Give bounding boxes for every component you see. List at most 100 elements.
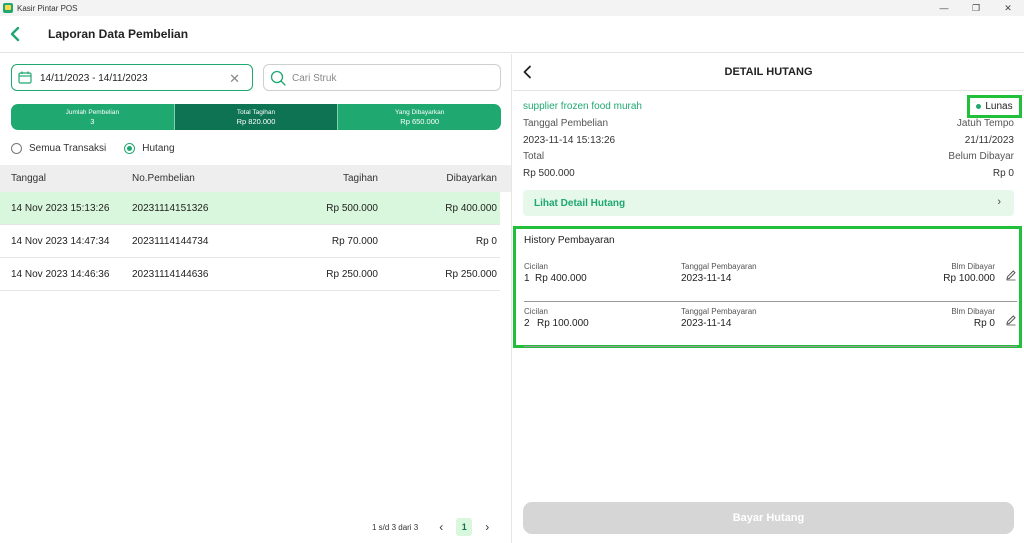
- payment-history-section: History Pembayaran Cicilan 1 Rp 400.000 …: [513, 226, 1022, 348]
- stat-value: Rp 650.000: [400, 116, 440, 126]
- stat-total-bill[interactable]: Total Tagihan Rp 820.000: [174, 104, 339, 130]
- remaining-label: Blm Dibayar: [951, 307, 995, 316]
- radio-all-transactions[interactable]: Semua Transaksi: [11, 142, 107, 154]
- minimize-button[interactable]: —: [928, 0, 960, 16]
- total-values-row: Rp 500.000 Rp 0: [523, 168, 1014, 179]
- stat-value: 3: [90, 116, 95, 126]
- next-page-icon[interactable]: ›: [478, 520, 496, 534]
- chevron-right-icon: ›: [997, 196, 1001, 208]
- pagination: 1 s/d 3 dari 3 ‹ 1 ›: [372, 517, 496, 537]
- remaining-label: Blm Dibayar: [951, 262, 995, 271]
- summary-stats-bar: Jumlah Pembelian 3 Total Tagihan Rp 820.…: [11, 104, 501, 130]
- installment-item: Cicilan 2 Rp 100.000 Tanggal Pembayaran …: [524, 307, 1017, 347]
- cell-number: 20231114151326: [132, 202, 209, 214]
- search-input[interactable]: [292, 70, 492, 86]
- cell-paid: Rp 250.000: [445, 268, 497, 280]
- radio-label: Semua Transaksi: [29, 142, 107, 154]
- installment-number: 1: [524, 273, 530, 284]
- detail-header: DETAIL HUTANG: [513, 54, 1024, 91]
- pay-debt-button[interactable]: Bayar Hutang: [523, 502, 1014, 534]
- current-page-button[interactable]: 1: [456, 518, 473, 536]
- purchase-table: Tanggal No.Pembelian Tagihan Dibayarkan …: [0, 165, 511, 291]
- remaining-value: Rp 0: [973, 318, 995, 329]
- maximize-button[interactable]: ❐: [960, 0, 992, 16]
- table-row[interactable]: 14 Nov 2023 15:13:26 20231114151326 Rp 5…: [0, 192, 500, 225]
- column-header-number: No.Pembelian: [132, 173, 195, 184]
- table-row[interactable]: 14 Nov 2023 14:46:36 20231114144636 Rp 2…: [0, 258, 500, 291]
- pay-date-value: 2023-11-14: [681, 318, 732, 329]
- transaction-filter: Semua Transaksi Hutang: [11, 141, 193, 155]
- installment-label: Cicilan: [524, 307, 549, 316]
- stat-total-purchases[interactable]: Jumlah Pembelian 3: [11, 104, 175, 130]
- unpaid-value: Rp 0: [992, 168, 1014, 179]
- search-box[interactable]: [263, 64, 501, 91]
- supplier-name: supplier frozen food murah: [523, 101, 642, 112]
- cell-bill: Rp 500.000: [326, 202, 378, 214]
- page-title: Laporan Data Pembelian: [48, 27, 189, 41]
- status-dot-icon: [976, 104, 982, 109]
- installment-amount: Rp 400.000: [535, 273, 587, 284]
- pay-date-label: Tanggal Pembayaran: [681, 307, 757, 316]
- unpaid-label: Belum Dibayar: [948, 151, 1014, 162]
- detail-title: DETAIL HUTANG: [724, 66, 813, 78]
- total-label: Total: [523, 151, 545, 162]
- radio-label: Hutang: [142, 142, 175, 154]
- installment-amount: Rp 100.000: [537, 318, 589, 329]
- window-title: Kasir Pintar POS: [17, 3, 78, 13]
- purchase-report-panel: 14/11/2023 - 14/11/2023 ✕ Jumlah Pembeli…: [0, 54, 512, 543]
- calendar-icon: [18, 71, 32, 84]
- column-header-bill: Tagihan: [342, 173, 378, 184]
- cell-date: 14 Nov 2023 14:47:34: [11, 235, 110, 247]
- table-header: Tanggal No.Pembelian Tagihan Dibayarkan: [0, 165, 511, 192]
- column-header-paid: Dibayarkan: [446, 173, 497, 184]
- pay-date-value: 2023-11-14: [681, 273, 732, 284]
- column-header-date: Tanggal: [11, 173, 47, 184]
- back-arrow-icon[interactable]: [8, 25, 22, 43]
- table-row[interactable]: 14 Nov 2023 14:47:34 20231114144734 Rp 7…: [0, 225, 500, 258]
- purchase-date-value: 2023-11-14 15:13:26: [523, 135, 616, 146]
- debt-detail-panel: DETAIL HUTANG supplier frozen food murah…: [513, 54, 1024, 543]
- app-logo-icon: [3, 3, 13, 13]
- installment-item: Cicilan 1 Rp 400.000 Tanggal Pembayaran …: [524, 262, 1017, 302]
- due-date-value: 21/11/2023: [964, 135, 1014, 146]
- window-titlebar: Kasir Pintar POS — ❐ ✕: [0, 0, 1024, 16]
- radio-debt[interactable]: Hutang: [124, 142, 175, 154]
- cell-date: 14 Nov 2023 15:13:26: [11, 202, 110, 214]
- stat-paid-amount[interactable]: Yang Dibayarkan Rp 650.000: [338, 104, 501, 130]
- status-badge: Lunas: [967, 95, 1022, 118]
- payment-history-title: History Pembayaran: [524, 235, 615, 246]
- stat-label: Jumlah Pembelian: [65, 108, 120, 116]
- date-values-row: 2023-11-14 15:13:26 21/11/2023: [523, 135, 1014, 146]
- status-label: Lunas: [985, 101, 1013, 112]
- view-debt-detail-button[interactable]: Lihat Detail Hutang ›: [523, 190, 1014, 216]
- cell-date: 14 Nov 2023 14:46:36: [11, 268, 110, 280]
- date-range-picker[interactable]: 14/11/2023 - 14/11/2023 ✕: [11, 64, 253, 91]
- radio-unchecked-icon: [11, 142, 22, 154]
- cell-bill: Rp 70.000: [331, 235, 378, 247]
- date-range-value: 14/11/2023 - 14/11/2023: [40, 73, 148, 84]
- close-window-button[interactable]: ✕: [992, 0, 1024, 16]
- total-labels-row: Total Belum Dibayar: [523, 151, 1014, 162]
- window-controls: — ❐ ✕: [928, 0, 1024, 16]
- radio-checked-icon: [124, 142, 136, 154]
- cell-paid: Rp 0: [475, 235, 497, 247]
- remaining-value: Rp 100.000: [943, 273, 995, 284]
- stat-label: Yang Dibayarkan: [394, 108, 445, 116]
- pay-date-label: Tanggal Pembayaran: [681, 262, 757, 271]
- cell-number: 20231114144734: [132, 235, 209, 247]
- purchase-date-label: Tanggal Pembelian: [523, 118, 609, 129]
- cell-number: 20231114144636: [132, 268, 209, 280]
- edit-pencil-icon[interactable]: [1005, 314, 1017, 326]
- page-header: Laporan Data Pembelian: [0, 16, 1024, 53]
- view-debt-detail-label: Lihat Detail Hutang: [534, 197, 626, 209]
- edit-pencil-icon[interactable]: [1005, 269, 1017, 281]
- installment-label: Cicilan: [524, 262, 549, 271]
- total-value: Rp 500.000: [523, 168, 575, 179]
- date-labels-row: Tanggal Pembelian Jatuh Tempo: [523, 118, 1014, 129]
- cell-bill: Rp 250.000: [326, 268, 378, 280]
- page-info: 1 s/d 3 dari 3: [372, 522, 419, 532]
- prev-page-icon[interactable]: ‹: [432, 520, 450, 534]
- clear-date-icon[interactable]: ✕: [229, 71, 240, 87]
- stat-value: Rp 820.000: [236, 116, 276, 126]
- due-date-label: Jatuh Tempo: [956, 118, 1014, 129]
